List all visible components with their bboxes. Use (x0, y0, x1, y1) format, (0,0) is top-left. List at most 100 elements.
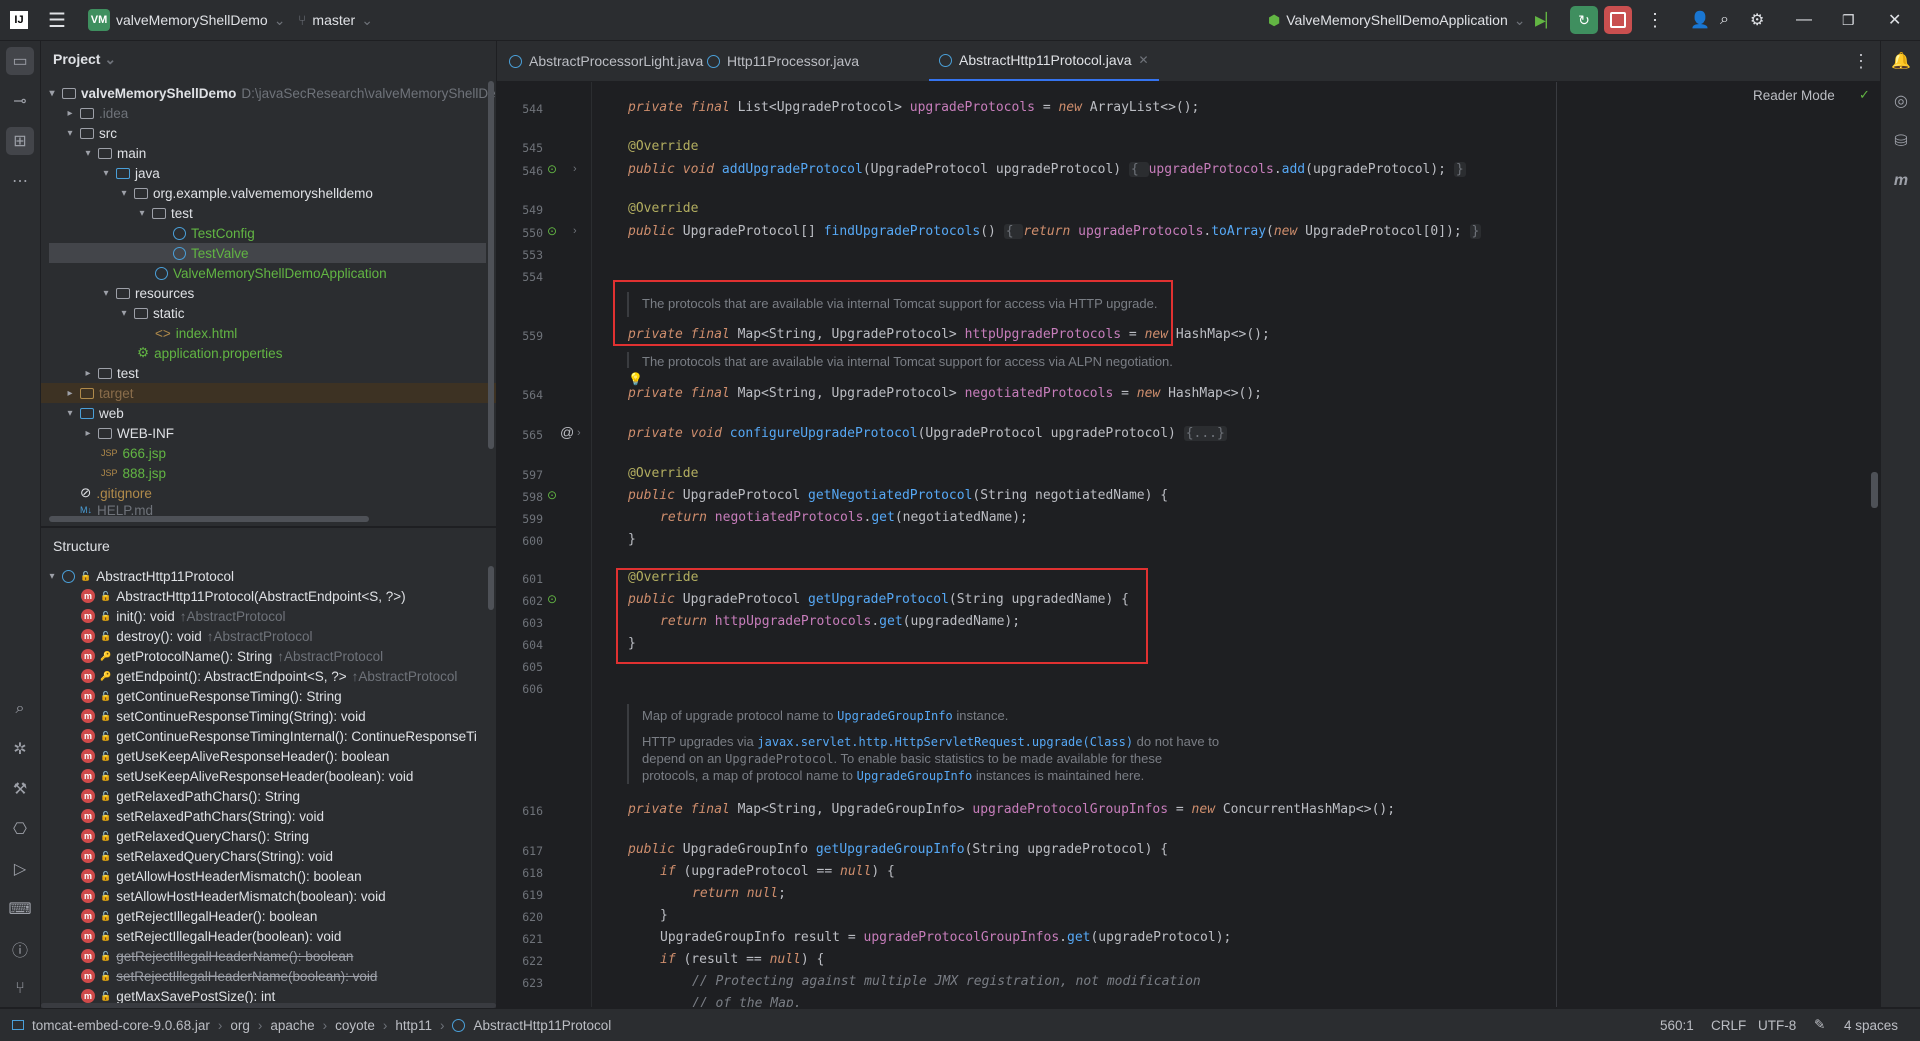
maven-button[interactable]: m (1887, 167, 1915, 195)
readonly-toggle[interactable]: ✎ (1814, 1009, 1825, 1041)
structure-item[interactable]: m 🔓 setContinueResponseTiming(String): voi… (81, 706, 371, 726)
build-tool-button[interactable]: ⚒ (6, 775, 34, 803)
tree-item-web[interactable]: ▾ web (65, 403, 123, 423)
services-tool-button[interactable]: ⎔ (6, 815, 34, 843)
tree-item-resources[interactable]: ▾ resources (101, 283, 194, 303)
reader-mode-button[interactable]: Reader Mode (1753, 88, 1835, 103)
structure-tool-button[interactable]: ⊞ (6, 127, 34, 155)
structure-item[interactable]: m 🔓 getRejectIllegalHeaderName(): boolean (81, 946, 358, 966)
tree-item-gitignore[interactable]: ⊘ .gitignore (65, 483, 152, 503)
fold-expand-icon[interactable]: › (577, 427, 581, 439)
breadcrumb-item[interactable]: coyote (335, 1018, 375, 1033)
fold-expand-icon[interactable]: › (573, 163, 577, 175)
structure-item[interactable]: m 🔓 setUseKeepAliveResponseHeader(boolean)… (81, 766, 418, 786)
tree-item-idea[interactable]: ▸ .idea (65, 103, 128, 123)
tree-item-666-jsp[interactable]: JSP 666.jsp (101, 443, 166, 463)
commit-tool-button[interactable]: ⊸ (6, 87, 34, 115)
editor-scrollbar[interactable] (1871, 472, 1878, 508)
code-with-me-button[interactable]: 👤 (1690, 0, 1710, 40)
branch-switcher[interactable]: ⑂ master ⌄ (298, 0, 373, 40)
structure-item[interactable]: m 🔓 setRelaxedPathChars(String): void (81, 806, 329, 826)
tree-item-testvalve[interactable]: TestValve (49, 243, 486, 263)
notifications-button[interactable]: 🔔 (1887, 47, 1915, 75)
structure-item[interactable]: m 🔓 setRejectIllegalHeaderName(boolean): v… (81, 966, 382, 986)
tree-item-app-properties[interactable]: ⚙ application.properties (137, 343, 282, 363)
breadcrumb-item[interactable]: AbstractHttp11Protocol (473, 1018, 611, 1033)
code-editor[interactable]: private final List<UpgradeProtocol> upgr… (597, 82, 1557, 1007)
tab-abstract-processor-light[interactable]: AbstractProcessorLight.java (509, 41, 703, 81)
project-tool-button[interactable]: ▭ (6, 47, 34, 75)
vertical-scrollbar[interactable] (488, 81, 494, 449)
tab-http11-processor[interactable]: Http11Processor.java (707, 41, 859, 81)
database-button[interactable]: ⛁ (1887, 127, 1915, 155)
tab-abstract-http11-protocol[interactable]: AbstractHttp11Protocol.java ✕ (929, 41, 1159, 81)
structure-root[interactable]: ▾ 🔓 AbstractHttp11Protocol (47, 566, 234, 586)
tree-item-web-inf[interactable]: ▸ WEB-INF (83, 423, 174, 443)
tree-item-testconfig[interactable]: TestConfig (173, 223, 255, 243)
breadcrumb-item[interactable]: apache (270, 1018, 314, 1033)
breadcrumb-item[interactable]: org (230, 1018, 250, 1033)
structure-item[interactable]: m 🔓 getRelaxedPathChars(): String (81, 786, 305, 806)
structure-item[interactable]: m 🔓 setAllowHostHeaderMismatch(boolean): v… (81, 886, 391, 906)
terminal-tool-button[interactable]: ⌨ (6, 895, 34, 923)
horizontal-scrollbar[interactable] (49, 516, 369, 522)
ai-assistant-button[interactable]: ◎ (1887, 87, 1915, 115)
lightbulb-icon[interactable]: 💡 (628, 372, 643, 386)
file-encoding[interactable]: UTF-8 (1758, 1009, 1796, 1041)
structure-item[interactable]: m 🔓 getRelaxedQueryChars(): String (81, 826, 314, 846)
maximize-button[interactable]: ❐ (1842, 0, 1855, 40)
tree-item-root[interactable]: ▾ valveMemoryShellDemo D:\javaSecResearc… (47, 83, 495, 103)
tree-item-application[interactable]: ValveMemoryShellDemoApplication (155, 263, 387, 283)
line-separator[interactable]: CRLF (1711, 1009, 1746, 1041)
more-tools-button[interactable]: ⋯ (6, 167, 34, 195)
structure-item[interactable]: m 🔓 getRejectIllegalHeader(): boolean (81, 906, 322, 926)
structure-item[interactable]: m 🔓 getUseKeepAliveResponseHeader(): boole… (81, 746, 394, 766)
problems-tool-button[interactable]: ⓘ (6, 935, 34, 963)
implements-gutter-icon[interactable]: ⊙ (547, 488, 557, 502)
structure-item[interactable]: m 🔓 setRejectIllegalHeader(boolean): void (81, 926, 346, 946)
run-tool-button[interactable]: ▷ (6, 855, 34, 883)
tree-item-888-jsp[interactable]: JSP 888.jsp (101, 463, 166, 483)
tree-item-main[interactable]: ▾ main (83, 143, 146, 163)
more-actions-button[interactable]: ⋮ (1646, 0, 1664, 40)
main-menu-button[interactable]: ☰ (48, 0, 66, 40)
ide-logo[interactable]: IJ (10, 0, 28, 40)
tab-actions-button[interactable]: ⋮ (1852, 41, 1870, 81)
implements-gutter-icon[interactable]: ⊙ (547, 592, 557, 606)
stop-button[interactable] (1604, 0, 1632, 40)
tree-item-test-folder[interactable]: ▸ test (83, 363, 138, 383)
structure-item[interactable]: m 🔑 getEndpoint(): AbstractEndpoint<S, ?> ↑… (81, 666, 457, 686)
structure-item[interactable]: m 🔑 getProtocolName(): String ↑AbstractProt… (81, 646, 383, 666)
caret-position[interactable]: 560:1 (1660, 1009, 1694, 1041)
implements-gutter-icon[interactable]: ⊙ (547, 224, 557, 238)
tree-item-test-package[interactable]: ▾ test (137, 203, 192, 223)
annotation-gutter-icon[interactable]: @ (560, 424, 574, 440)
tree-item-package[interactable]: ▾ org.example.valvememoryshelldemo (119, 183, 372, 203)
run-config-selector[interactable]: ⬢ ValveMemoryShellDemoApplication ⌄ (1268, 0, 1525, 40)
minimize-button[interactable]: — (1796, 0, 1812, 40)
tree-item-static[interactable]: ▾ static (119, 303, 184, 323)
structure-item[interactable]: m 🔓 init(): void ↑AbstractProtocol (81, 606, 286, 626)
indent-setting[interactable]: 4 spaces (1844, 1009, 1898, 1041)
project-switcher[interactable]: VM valveMemoryShellDemo ⌄ (88, 0, 285, 40)
structure-item[interactable]: m 🔓 getContinueResponseTimingInternal(): C… (81, 726, 482, 746)
structure-item[interactable]: m 🔓 destroy(): void ↑AbstractProtocol (81, 626, 313, 646)
rerun-button[interactable]: ↻ (1570, 0, 1598, 40)
structure-item[interactable]: m 🔓 getContinueResponseTiming(): String (81, 686, 347, 706)
close-tab-icon[interactable]: ✕ (1139, 53, 1149, 67)
structure-item[interactable]: m 🔓 AbstractHttp11Protocol(AbstractEndpoin… (81, 586, 411, 606)
tree-item-target[interactable]: ▸ target (41, 383, 496, 403)
project-panel-header[interactable]: Project ⌄ (53, 51, 116, 68)
breadcrumb-item[interactable]: http11 (395, 1018, 432, 1033)
tree-item-java[interactable]: ▾ java (101, 163, 159, 183)
breadcrumb-item[interactable]: tomcat-embed-core-9.0.68.jar (32, 1018, 210, 1033)
find-tool-button[interactable]: ⌕ (6, 695, 34, 723)
tree-item-help-md[interactable]: M↓ HELP.md (65, 503, 153, 517)
settings-button[interactable]: ⚙ (1750, 0, 1764, 40)
search-button[interactable]: ⌕ (1720, 0, 1729, 40)
tree-item-src[interactable]: ▾ src (65, 123, 117, 143)
run-button[interactable]: ▶▏ (1535, 0, 1557, 40)
fold-expand-icon[interactable]: › (573, 225, 577, 237)
vertical-scrollbar[interactable] (488, 566, 494, 610)
structure-item[interactable]: m 🔓 setRelaxedQueryChars(String): void (81, 846, 338, 866)
